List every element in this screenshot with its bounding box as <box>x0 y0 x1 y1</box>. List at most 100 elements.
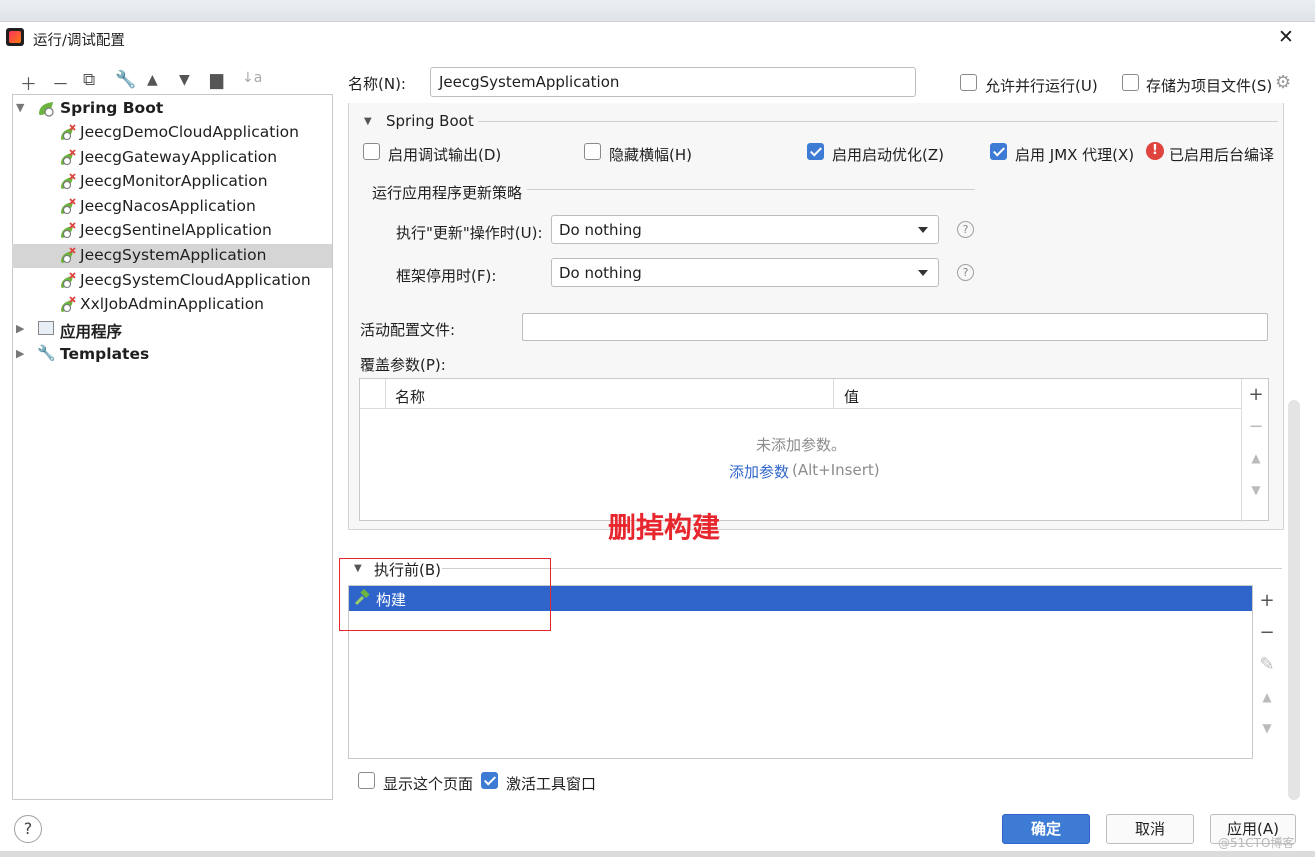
bottom-strip <box>0 851 1315 857</box>
tree-spring-boot[interactable]: ▼ Spring Boot <box>12 97 332 121</box>
add-icon[interactable]: ＋ <box>20 70 37 95</box>
spring-boot-icon <box>37 100 55 118</box>
gear-icon[interactable]: ⚙ <box>1275 72 1291 93</box>
launch-opt-checkbox[interactable] <box>807 143 824 160</box>
move-up-icon[interactable]: ▲ <box>147 72 158 88</box>
move-down-icon[interactable]: ▼ <box>179 72 190 88</box>
tree-item[interactable]: JeecgNacosApplication <box>12 195 332 219</box>
edit-icon[interactable]: ✎ <box>1257 654 1277 675</box>
activate-tool-checkbox[interactable] <box>481 772 498 789</box>
spring-boot-error-icon <box>59 271 77 290</box>
help-icon[interactable]: ? <box>14 815 42 843</box>
hide-banner-label: 隐藏横幅(H) <box>609 146 692 164</box>
bg-compile-label: 已启用后台编译 <box>1169 146 1275 164</box>
divider <box>527 189 975 190</box>
tree-item[interactable]: JeecgGatewayApplication <box>12 146 332 170</box>
move-up-icon[interactable]: ▲ <box>1246 451 1266 465</box>
tree-item[interactable]: JeecgSentinelApplication <box>12 219 332 243</box>
store-file-checkbox[interactable] <box>1122 74 1139 91</box>
table-header <box>360 379 1241 409</box>
sort-icon[interactable]: ↓a <box>242 70 262 86</box>
help-icon[interactable]: ? <box>957 221 974 238</box>
remove-icon[interactable]: − <box>1257 622 1277 643</box>
section-arrow-icon[interactable]: ▼ <box>364 116 372 127</box>
copy-icon[interactable]: ⧉ <box>83 70 95 90</box>
ok-button[interactable]: 确定 <box>1002 814 1090 844</box>
folder-icon[interactable]: ▆ <box>210 70 223 90</box>
divider <box>478 121 1278 122</box>
allow-parallel-checkbox[interactable] <box>960 74 977 91</box>
hide-banner-checkbox[interactable] <box>584 143 601 160</box>
params-table: 名称 值 未添加参数。 添加参数 (Alt+Insert) + − ▲ ▼ <box>359 378 1269 522</box>
tree-item-label: JeecgSystemApplication <box>80 246 267 264</box>
window-title: 运行/调试配置 <box>33 33 125 49</box>
application-icon <box>38 321 54 335</box>
activate-tool-label: 激活工具窗口 <box>506 775 597 793</box>
add-param-link[interactable]: 添加参数 <box>729 461 789 482</box>
chevron-down-icon <box>918 270 928 276</box>
tree-item[interactable]: XxlJobAdminApplication <box>12 293 332 317</box>
debug-output-checkbox[interactable] <box>363 143 380 160</box>
policy-section: 运行应用程序更新策略 <box>372 184 523 202</box>
remove-icon[interactable]: － <box>52 70 69 95</box>
divider <box>442 568 1282 569</box>
col-value-header: 值 <box>844 388 860 406</box>
add-shortcut: (Alt+Insert) <box>792 461 880 479</box>
spring-boot-error-icon <box>59 124 77 142</box>
empty-text: 未添加参数。 <box>756 436 847 454</box>
tree-item[interactable]: JeecgSystemCloudApplication <box>12 269 332 293</box>
tree-item-label: JeecgGatewayApplication <box>80 147 278 166</box>
wrench-icon[interactable]: 🔧 <box>115 70 136 90</box>
expanded-arrow-icon: ▼ <box>16 101 25 114</box>
cancel-button[interactable]: 取消 <box>1106 814 1194 844</box>
spring-boot-error-icon <box>59 148 77 167</box>
tree-item-label: JeecgMonitorApplication <box>80 172 268 191</box>
spring-boot-error-icon <box>59 198 77 216</box>
jmx-checkbox[interactable] <box>990 143 1007 160</box>
annotation-text: 删掉构建 <box>608 511 721 544</box>
spring-boot-error-icon <box>59 173 77 191</box>
on-update-label: 执行"更新"操作时(U): <box>396 224 543 242</box>
move-down-icon[interactable]: ▼ <box>1257 721 1277 735</box>
remove-icon[interactable]: − <box>1246 416 1266 437</box>
tree-root-label: Spring Boot <box>60 99 164 117</box>
override-params-label: 覆盖参数(P): <box>360 356 446 374</box>
debug-output-label: 启用调试输出(D) <box>388 146 502 164</box>
close-icon[interactable]: ✕ <box>1278 26 1294 48</box>
show-page-checkbox[interactable] <box>358 772 375 789</box>
show-page-label: 显示这个页面 <box>383 775 474 793</box>
active-profiles-label: 活动配置文件: <box>360 321 456 339</box>
tree-item[interactable]: JeecgSystemApplication <box>12 244 332 268</box>
move-down-icon[interactable]: ▼ <box>1246 483 1266 497</box>
tree-item-label: JeecgNacosApplication <box>80 196 256 215</box>
name-input[interactable]: JeecgSystemApplication <box>430 67 916 97</box>
tree-item[interactable]: JeecgDemoCloudApplication <box>12 121 332 145</box>
scrollbar[interactable] <box>1288 400 1300 800</box>
spring-boot-section: Spring Boot <box>386 112 474 130</box>
spring-boot-error-icon <box>59 296 77 314</box>
chevron-down-icon <box>918 227 928 233</box>
on-frame-label: 框架停用时(F): <box>396 267 497 285</box>
collapsed-arrow-icon: ▶ <box>16 322 25 335</box>
move-up-icon[interactable]: ▲ <box>1257 690 1277 704</box>
spring-boot-error-icon <box>59 222 77 240</box>
on-update-select[interactable]: Do nothing <box>551 215 939 244</box>
launch-opt-label: 启用启动优化(Z) <box>832 146 944 164</box>
help-icon[interactable]: ? <box>957 264 974 281</box>
active-profiles-input[interactable] <box>522 313 1268 341</box>
tree-templates-label: Templates <box>60 345 150 363</box>
error-icon: ! <box>1146 142 1164 160</box>
col-name-header: 名称 <box>395 388 426 406</box>
tree-templates[interactable]: ▶ 🔧 Templates <box>12 343 332 367</box>
on-frame-select[interactable]: Do nothing <box>551 258 939 287</box>
add-icon[interactable]: + <box>1257 590 1277 611</box>
tree-app-group[interactable]: ▶ 应用程序 <box>12 318 332 342</box>
name-label: 名称(N): <box>348 75 406 93</box>
tree-item[interactable]: JeecgMonitorApplication <box>12 170 332 194</box>
watermark: @51CTO博客 <box>1218 836 1295 850</box>
top-strip <box>0 0 1315 22</box>
tree-app-label: 应用程序 <box>60 323 123 341</box>
tree-item-label: XxlJobAdminApplication <box>80 295 264 314</box>
add-icon[interactable]: + <box>1246 384 1266 405</box>
app-icon <box>6 28 24 46</box>
